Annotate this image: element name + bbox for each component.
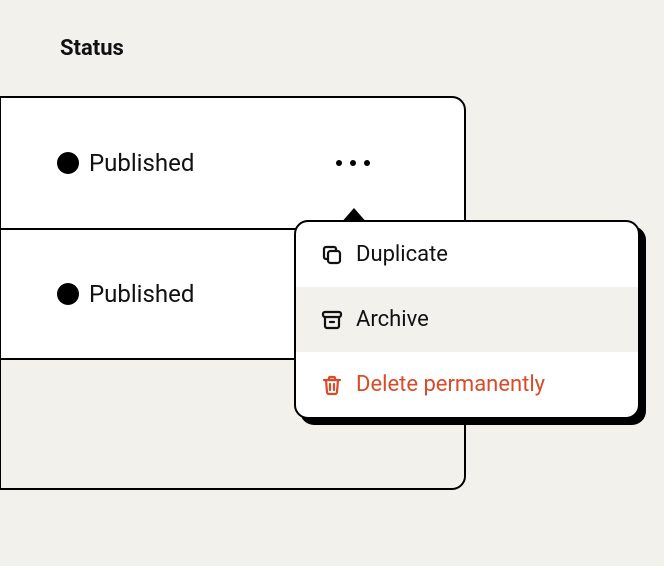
delete-menu-item[interactable]: Delete permanently — [296, 352, 638, 417]
status-column-header: Status — [60, 36, 124, 61]
archive-menu-item[interactable]: Archive — [296, 287, 638, 352]
duplicate-menu-item[interactable]: Duplicate — [296, 222, 638, 287]
duplicate-icon — [320, 243, 344, 267]
archive-icon — [320, 308, 344, 332]
status-label: Published — [89, 149, 194, 177]
menu-item-label: Delete permanently — [356, 372, 545, 397]
popover-body: Duplicate Archive — [294, 220, 640, 419]
trash-icon — [320, 373, 344, 397]
status-label: Published — [89, 280, 194, 308]
status-dot-icon — [57, 152, 79, 174]
table-row: Published — [1, 98, 464, 228]
more-actions-button[interactable] — [336, 160, 370, 166]
status-dot-icon — [57, 283, 79, 305]
menu-item-label: Archive — [356, 307, 429, 332]
menu-item-label: Duplicate — [356, 242, 448, 267]
